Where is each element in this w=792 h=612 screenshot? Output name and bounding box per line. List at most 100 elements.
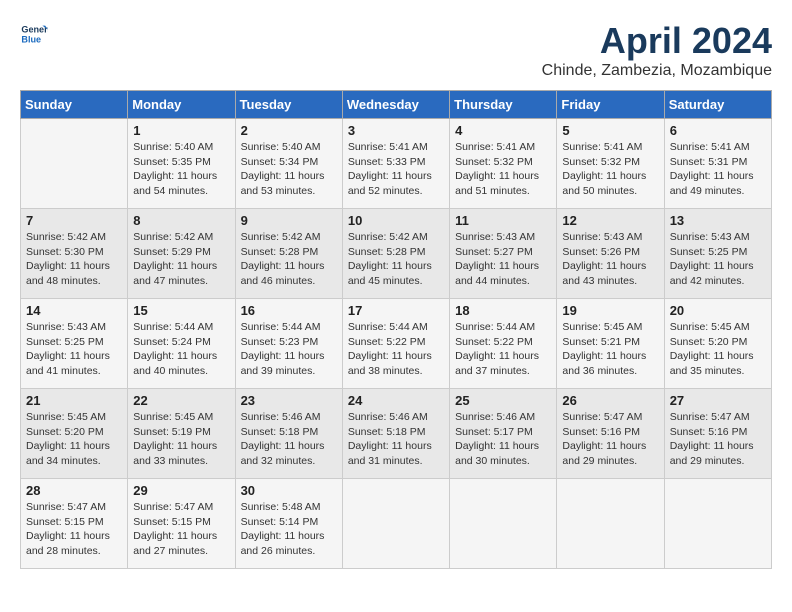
day-number: 25 xyxy=(455,393,551,408)
weekday-header-cell: Tuesday xyxy=(235,91,342,119)
day-info: Sunrise: 5:43 AM Sunset: 5:27 PM Dayligh… xyxy=(455,230,551,289)
day-number: 18 xyxy=(455,303,551,318)
day-info: Sunrise: 5:40 AM Sunset: 5:35 PM Dayligh… xyxy=(133,140,229,199)
calendar-week-row: 7Sunrise: 5:42 AM Sunset: 5:30 PM Daylig… xyxy=(21,209,772,299)
weekday-header-cell: Monday xyxy=(128,91,235,119)
calendar-cell: 4 Sunrise: 5:41 AM Sunset: 5:32 PM Daylig… xyxy=(450,119,557,209)
day-info: Sunrise: 5:42 AM Sunset: 5:28 PM Dayligh… xyxy=(348,230,444,289)
calendar-cell xyxy=(450,479,557,569)
calendar-cell: 17 Sunrise: 5:44 AM Sunset: 5:22 PM Dayli… xyxy=(342,299,449,389)
day-info: Sunrise: 5:41 AM Sunset: 5:32 PM Dayligh… xyxy=(455,140,551,199)
calendar-cell: 18 Sunrise: 5:44 AM Sunset: 5:22 PM Dayli… xyxy=(450,299,557,389)
calendar-cell: 5 Sunrise: 5:41 AM Sunset: 5:32 PM Daylig… xyxy=(557,119,664,209)
calendar-cell: 8Sunrise: 5:42 AM Sunset: 5:29 PM Daylig… xyxy=(128,209,235,299)
day-number: 11 xyxy=(455,213,551,228)
calendar-week-row: 21Sunrise: 5:45 AM Sunset: 5:20 PM Dayli… xyxy=(21,389,772,479)
weekday-header-cell: Sunday xyxy=(21,91,128,119)
day-number: 17 xyxy=(348,303,444,318)
day-info: Sunrise: 5:47 AM Sunset: 5:15 PM Dayligh… xyxy=(133,500,229,559)
weekday-header-row: SundayMondayTuesdayWednesdayThursdayFrid… xyxy=(21,91,772,119)
day-info: Sunrise: 5:46 AM Sunset: 5:18 PM Dayligh… xyxy=(348,410,444,469)
logo: General Blue xyxy=(20,20,48,48)
day-info: Sunrise: 5:45 AM Sunset: 5:19 PM Dayligh… xyxy=(133,410,229,469)
calendar-week-row: 28 Sunrise: 5:47 AM Sunset: 5:15 PM Dayli… xyxy=(21,479,772,569)
calendar-cell: 28 Sunrise: 5:47 AM Sunset: 5:15 PM Dayli… xyxy=(21,479,128,569)
day-number: 4 xyxy=(455,123,551,138)
day-number: 1 xyxy=(133,123,229,138)
day-number: 5 xyxy=(562,123,658,138)
day-number: 22 xyxy=(133,393,229,408)
day-info: Sunrise: 5:43 AM Sunset: 5:25 PM Dayligh… xyxy=(670,230,766,289)
day-number: 19 xyxy=(562,303,658,318)
calendar-cell: 6 Sunrise: 5:41 AM Sunset: 5:31 PM Daylig… xyxy=(664,119,771,209)
weekday-header-cell: Friday xyxy=(557,91,664,119)
calendar-cell: 10 Sunrise: 5:42 AM Sunset: 5:28 PM Dayli… xyxy=(342,209,449,299)
weekday-header-cell: Wednesday xyxy=(342,91,449,119)
day-number: 24 xyxy=(348,393,444,408)
day-info: Sunrise: 5:41 AM Sunset: 5:33 PM Dayligh… xyxy=(348,140,444,199)
calendar-cell: 20 Sunrise: 5:45 AM Sunset: 5:20 PM Dayli… xyxy=(664,299,771,389)
calendar-cell: 15 Sunrise: 5:44 AM Sunset: 5:24 PM Dayli… xyxy=(128,299,235,389)
day-info: Sunrise: 5:45 AM Sunset: 5:20 PM Dayligh… xyxy=(26,410,122,469)
calendar-cell: 21Sunrise: 5:45 AM Sunset: 5:20 PM Dayli… xyxy=(21,389,128,479)
weekday-header-cell: Thursday xyxy=(450,91,557,119)
day-number: 29 xyxy=(133,483,229,498)
day-number: 23 xyxy=(241,393,337,408)
day-info: Sunrise: 5:46 AM Sunset: 5:18 PM Dayligh… xyxy=(241,410,337,469)
day-number: 27 xyxy=(670,393,766,408)
calendar-cell: 13 Sunrise: 5:43 AM Sunset: 5:25 PM Dayli… xyxy=(664,209,771,299)
day-number: 28 xyxy=(26,483,122,498)
day-info: Sunrise: 5:46 AM Sunset: 5:17 PM Dayligh… xyxy=(455,410,551,469)
calendar-week-row: 14Sunrise: 5:43 AM Sunset: 5:25 PM Dayli… xyxy=(21,299,772,389)
day-info: Sunrise: 5:41 AM Sunset: 5:32 PM Dayligh… xyxy=(562,140,658,199)
calendar-cell: 1 Sunrise: 5:40 AM Sunset: 5:35 PM Daylig… xyxy=(128,119,235,209)
calendar-cell: 29 Sunrise: 5:47 AM Sunset: 5:15 PM Dayli… xyxy=(128,479,235,569)
day-number: 10 xyxy=(348,213,444,228)
calendar-cell: 27 Sunrise: 5:47 AM Sunset: 5:16 PM Dayli… xyxy=(664,389,771,479)
calendar-table: SundayMondayTuesdayWednesdayThursdayFrid… xyxy=(20,90,772,569)
day-number: 20 xyxy=(670,303,766,318)
calendar-cell: 14Sunrise: 5:43 AM Sunset: 5:25 PM Dayli… xyxy=(21,299,128,389)
day-number: 6 xyxy=(670,123,766,138)
day-info: Sunrise: 5:41 AM Sunset: 5:31 PM Dayligh… xyxy=(670,140,766,199)
day-number: 13 xyxy=(670,213,766,228)
day-info: Sunrise: 5:45 AM Sunset: 5:20 PM Dayligh… xyxy=(670,320,766,379)
day-info: Sunrise: 5:44 AM Sunset: 5:22 PM Dayligh… xyxy=(455,320,551,379)
calendar-cell xyxy=(21,119,128,209)
calendar-cell: 16 Sunrise: 5:44 AM Sunset: 5:23 PM Dayli… xyxy=(235,299,342,389)
svg-text:Blue: Blue xyxy=(21,34,41,44)
day-info: Sunrise: 5:43 AM Sunset: 5:26 PM Dayligh… xyxy=(562,230,658,289)
calendar-cell xyxy=(664,479,771,569)
calendar-cell xyxy=(342,479,449,569)
calendar-cell: 23 Sunrise: 5:46 AM Sunset: 5:18 PM Dayli… xyxy=(235,389,342,479)
day-number: 15 xyxy=(133,303,229,318)
calendar-body: 1 Sunrise: 5:40 AM Sunset: 5:35 PM Daylig… xyxy=(21,119,772,569)
calendar-cell: 11 Sunrise: 5:43 AM Sunset: 5:27 PM Dayli… xyxy=(450,209,557,299)
day-info: Sunrise: 5:47 AM Sunset: 5:16 PM Dayligh… xyxy=(562,410,658,469)
location: Chinde, Zambezia, Mozambique xyxy=(542,62,772,80)
calendar-cell: 7Sunrise: 5:42 AM Sunset: 5:30 PM Daylig… xyxy=(21,209,128,299)
day-info: Sunrise: 5:40 AM Sunset: 5:34 PM Dayligh… xyxy=(241,140,337,199)
calendar-cell: 26 Sunrise: 5:47 AM Sunset: 5:16 PM Dayli… xyxy=(557,389,664,479)
calendar-week-row: 1 Sunrise: 5:40 AM Sunset: 5:35 PM Daylig… xyxy=(21,119,772,209)
calendar-cell xyxy=(557,479,664,569)
day-number: 30 xyxy=(241,483,337,498)
day-number: 9 xyxy=(241,213,337,228)
day-number: 7 xyxy=(26,213,122,228)
day-info: Sunrise: 5:47 AM Sunset: 5:16 PM Dayligh… xyxy=(670,410,766,469)
calendar-cell: 9Sunrise: 5:42 AM Sunset: 5:28 PM Daylig… xyxy=(235,209,342,299)
day-info: Sunrise: 5:45 AM Sunset: 5:21 PM Dayligh… xyxy=(562,320,658,379)
month-title: April 2024 xyxy=(542,20,772,62)
calendar-cell: 22 Sunrise: 5:45 AM Sunset: 5:19 PM Dayli… xyxy=(128,389,235,479)
calendar-cell: 24 Sunrise: 5:46 AM Sunset: 5:18 PM Dayli… xyxy=(342,389,449,479)
day-number: 26 xyxy=(562,393,658,408)
day-number: 8 xyxy=(133,213,229,228)
day-info: Sunrise: 5:44 AM Sunset: 5:24 PM Dayligh… xyxy=(133,320,229,379)
day-info: Sunrise: 5:43 AM Sunset: 5:25 PM Dayligh… xyxy=(26,320,122,379)
title-block: April 2024 Chinde, Zambezia, Mozambique xyxy=(542,20,772,80)
day-info: Sunrise: 5:44 AM Sunset: 5:23 PM Dayligh… xyxy=(241,320,337,379)
day-number: 16 xyxy=(241,303,337,318)
calendar-cell: 12Sunrise: 5:43 AM Sunset: 5:26 PM Dayli… xyxy=(557,209,664,299)
day-info: Sunrise: 5:47 AM Sunset: 5:15 PM Dayligh… xyxy=(26,500,122,559)
day-info: Sunrise: 5:44 AM Sunset: 5:22 PM Dayligh… xyxy=(348,320,444,379)
